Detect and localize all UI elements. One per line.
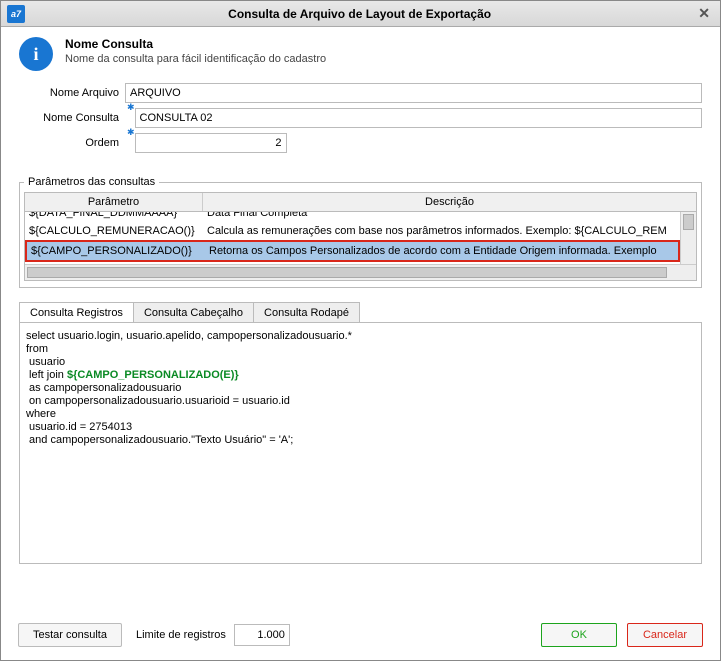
footer: Testar consulta Limite de registros OK C… [0, 613, 721, 661]
table-row-selected[interactable]: ${CAMPO_PERSONALIZADO()} Retorna os Camp… [25, 240, 680, 262]
testar-consulta-button[interactable]: Testar consulta [18, 623, 122, 647]
desc-cell: Retorna os Campos Personalizados de acor… [205, 245, 678, 257]
params-table-header: Parâmetro Descrição [25, 193, 696, 212]
table-row[interactable]: ${CALCULO_REMUNERACAO()} Calcula as remu… [25, 222, 680, 240]
tab-rodape[interactable]: Consulta Rodapé [253, 302, 360, 323]
params-legend: Parâmetros das consultas [24, 176, 159, 188]
required-icon: ✱ [127, 127, 135, 147]
info-icon: i [19, 37, 53, 71]
app-icon: a7 [7, 5, 25, 23]
param-cell: ${CALCULO_REMUNERACAO()} [25, 225, 203, 237]
cancel-button[interactable]: Cancelar [627, 623, 703, 647]
param-cell: ${DATA_FINAL_DDMMAAAA} [25, 212, 203, 219]
desc-cell: Calcula as remunerações com base nos par… [203, 225, 680, 237]
ordem-input[interactable] [135, 133, 287, 153]
window-title: Consulta de Arquivo de Layout de Exporta… [25, 7, 694, 21]
header-subtitle: Nome da consulta para fácil identificaçã… [65, 53, 326, 65]
tab-cabecalho[interactable]: Consulta Cabeçalho [133, 302, 254, 323]
ordem-label: Ordem [19, 137, 119, 149]
tab-registros[interactable]: Consulta Registros [19, 302, 134, 323]
table-row[interactable]: ${DATA_FINAL_DDMMAAAA} Data Final Comple… [25, 212, 680, 222]
sql-editor[interactable]: select usuario.login, usuario.apelido, c… [19, 322, 702, 564]
col-header-desc: Descrição [203, 193, 696, 211]
nome-consulta-label: Nome Consulta [19, 112, 119, 124]
limite-label: Limite de registros [136, 629, 226, 641]
nome-arquivo-input[interactable] [125, 83, 702, 103]
info-header: i Nome Consulta Nome da consulta para fá… [1, 27, 720, 77]
horizontal-scrollbar[interactable] [25, 264, 696, 280]
required-icon: ✱ [127, 102, 135, 122]
form-area: Nome Arquivo Nome Consulta ✱ Ordem ✱ [1, 77, 720, 168]
ok-button[interactable]: OK [541, 623, 617, 647]
vertical-scrollbar[interactable] [680, 212, 696, 264]
param-cell: ${CAMPO_PERSONALIZADO()} [27, 245, 205, 257]
header-title: Nome Consulta [65, 37, 326, 51]
titlebar: a7 Consulta de Arquivo de Layout de Expo… [1, 1, 720, 27]
params-table-body: ${DATA_FINAL_DDMMAAAA} Data Final Comple… [25, 212, 696, 264]
desc-cell: Data Final Completa [203, 212, 680, 219]
col-header-param: Parâmetro [25, 193, 203, 211]
close-icon[interactable]: ✕ [694, 5, 714, 22]
nome-consulta-input[interactable] [135, 108, 702, 128]
params-fieldset: Parâmetros das consultas Parâmetro Descr… [19, 176, 702, 288]
limite-input[interactable] [234, 624, 290, 646]
nome-arquivo-label: Nome Arquivo [19, 87, 119, 99]
query-tabs: Consulta Registros Consulta Cabeçalho Co… [19, 302, 702, 323]
